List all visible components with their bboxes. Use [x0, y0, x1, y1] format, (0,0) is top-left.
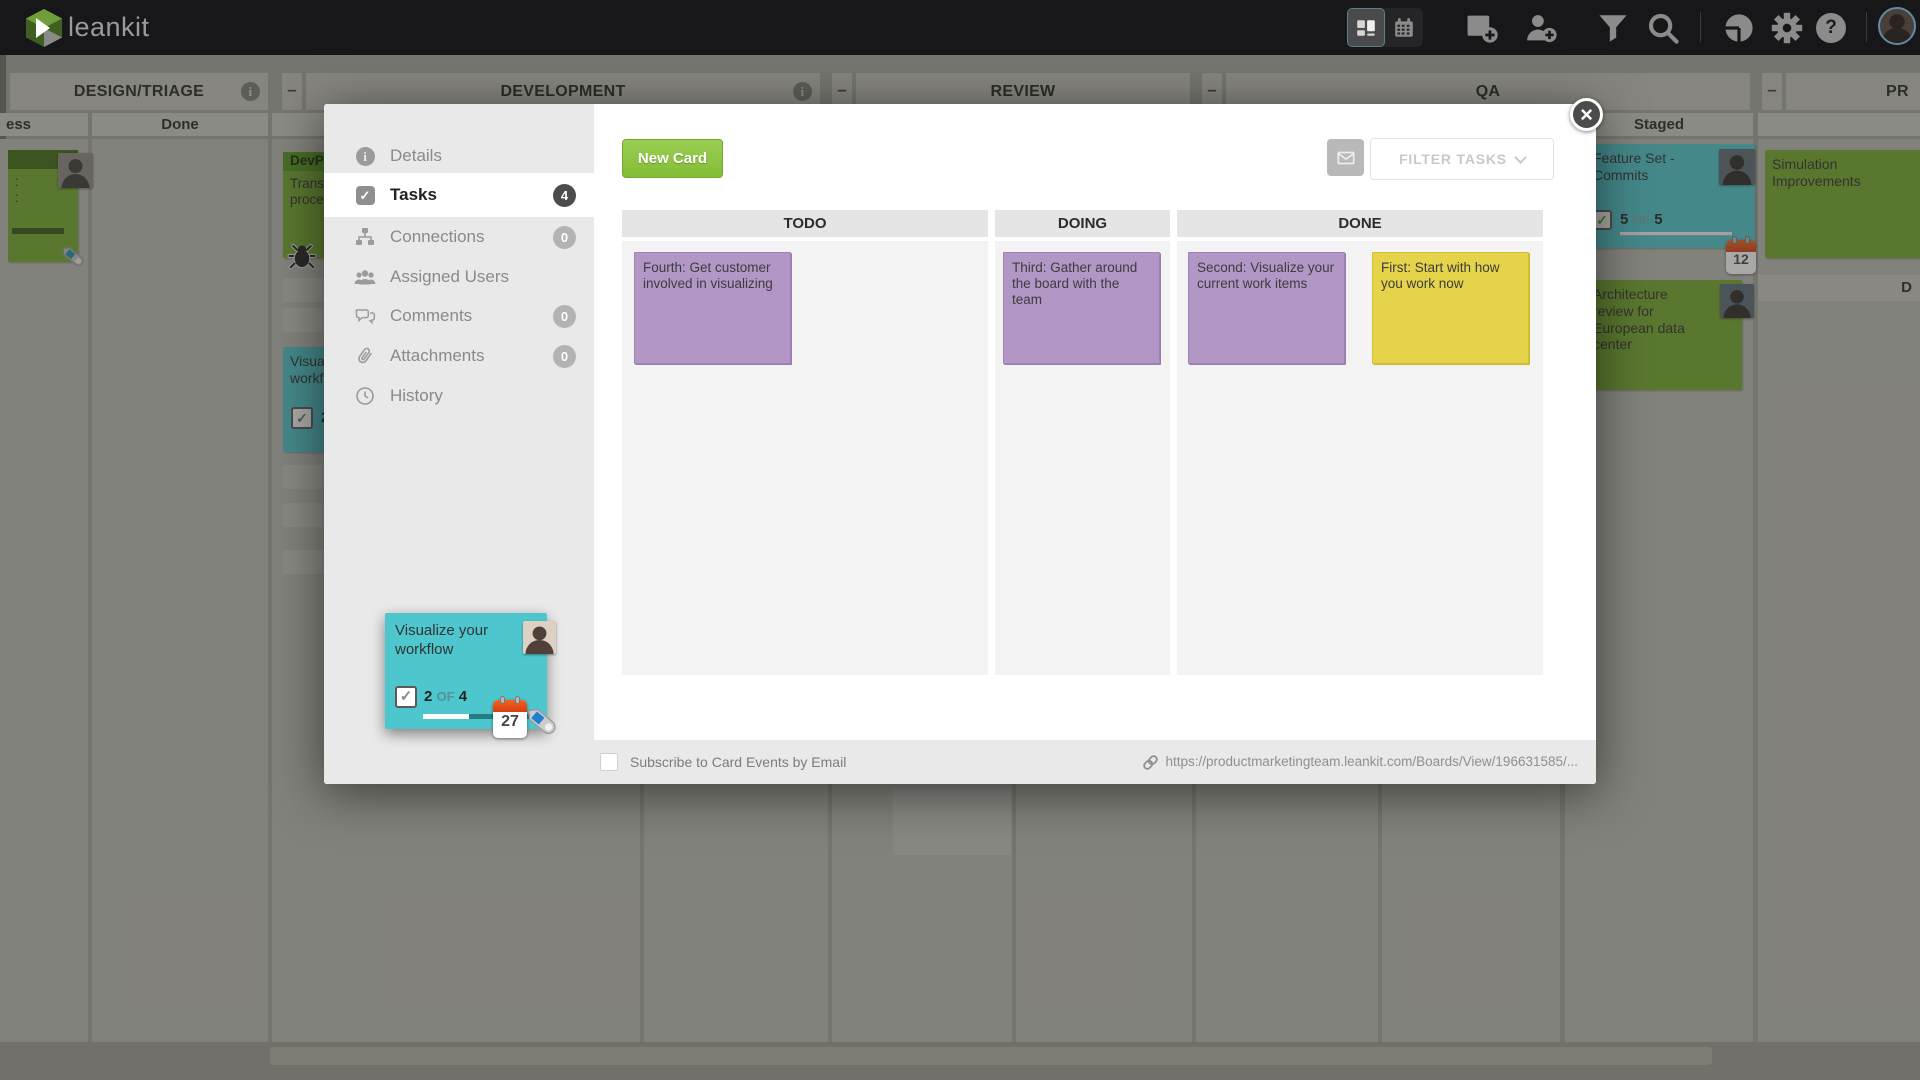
- board-view-button[interactable]: [1347, 8, 1385, 47]
- card-url: https://productmarketingteam.leankit.com…: [1166, 740, 1578, 784]
- calendar-view-button[interactable]: [1385, 8, 1423, 47]
- task-card-second[interactable]: Second: Visualize your current work item…: [1188, 252, 1345, 364]
- sidebar-item-attachments[interactable]: Attachments 0: [324, 336, 594, 376]
- connections-icon: [354, 227, 376, 247]
- filter-tasks-button[interactable]: FILTER TASKS: [1370, 138, 1554, 180]
- board-view-icon: [1355, 17, 1377, 39]
- due-date-icon: 27: [493, 700, 527, 738]
- sidebar-item-label: Connections: [390, 227, 485, 247]
- link-icon: [1142, 754, 1159, 771]
- sidebar-item-label: Attachments: [390, 346, 485, 366]
- connections-count-badge: 0: [553, 226, 576, 249]
- sidebar-item-label: Assigned Users: [390, 267, 509, 287]
- leankit-logo-text: leankit: [68, 12, 150, 43]
- info-icon: i: [354, 147, 376, 166]
- calendar-view-icon: [1393, 17, 1415, 39]
- task-card-first[interactable]: First: Start with how you work now: [1372, 252, 1529, 364]
- close-dialog-button[interactable]: ×: [1570, 98, 1603, 131]
- sidebar-item-label: Comments: [390, 306, 472, 326]
- view-toggle: [1347, 8, 1423, 47]
- comments-icon: [354, 306, 376, 326]
- assigned-users-icon: [354, 267, 376, 287]
- sidebar-item-label: Details: [390, 146, 442, 166]
- chevron-down-icon: [1514, 151, 1527, 164]
- tasks-count-badge: 4: [553, 184, 576, 207]
- task-column-header-done: DONE: [1177, 210, 1543, 237]
- task-card-third[interactable]: Third: Gather around the board with the …: [1003, 252, 1160, 364]
- add-user-icon[interactable]: [1524, 12, 1558, 44]
- avatar[interactable]: [523, 621, 556, 654]
- calendar-ring: [500, 696, 505, 704]
- tasks-check-icon: ✓: [354, 186, 376, 205]
- sidebar-item-assigned-users[interactable]: Assigned Users: [324, 257, 594, 297]
- card-task-checkbox[interactable]: ✓: [395, 686, 417, 708]
- add-card-icon[interactable]: [1466, 12, 1500, 44]
- card-progress-label: 2 OF 4: [424, 688, 467, 707]
- attachments-count-badge: 0: [553, 345, 576, 368]
- progress-done: 2: [424, 688, 432, 705]
- sidebar-item-history[interactable]: History: [324, 376, 594, 416]
- task-column-header-doing: DOING: [995, 210, 1170, 237]
- calendar-top: [493, 700, 527, 712]
- new-card-button[interactable]: New Card: [622, 139, 723, 178]
- history-clock-icon: [354, 386, 376, 406]
- analytics-pie-icon[interactable]: [1722, 12, 1756, 44]
- subscribe-label: Subscribe to Card Events by Email: [630, 740, 846, 784]
- sidebar-item-connections[interactable]: Connections 0: [324, 217, 594, 257]
- email-tasks-button[interactable]: [1327, 139, 1364, 176]
- help-icon[interactable]: ?: [1816, 13, 1846, 43]
- comments-count-badge: 0: [553, 305, 576, 328]
- top-bar: leankit: [0, 0, 1920, 55]
- dialog-footer: Subscribe to Card Events by Email https:…: [594, 740, 1596, 784]
- subscribe-checkbox[interactable]: [600, 753, 618, 771]
- task-card-fourth[interactable]: Fourth: Get customer involved in visuali…: [634, 252, 791, 364]
- card-link[interactable]: https://productmarketingteam.leankit.com…: [1142, 740, 1578, 784]
- sidebar-item-tasks[interactable]: ✓ Tasks 4: [324, 173, 594, 217]
- card-progress-fill: [423, 714, 469, 719]
- card-title: Visualize your workflow: [395, 622, 513, 660]
- progress-of: OF: [437, 689, 455, 704]
- toolbar-divider: [1866, 12, 1867, 42]
- due-date: 27: [493, 713, 527, 731]
- paperclip-icon: [354, 346, 376, 366]
- leankit-app: leankit: [0, 0, 1920, 1080]
- search-icon[interactable]: [1646, 12, 1680, 44]
- leankit-logo-icon[interactable]: [26, 9, 62, 47]
- filter-tasks-label: FILTER TASKS: [1399, 151, 1507, 167]
- toolbar-divider: [1700, 12, 1701, 42]
- settings-gear-icon[interactable]: [1770, 12, 1804, 44]
- sidebar-item-label: Tasks: [390, 185, 437, 205]
- sidebar-item-comments[interactable]: Comments 0: [324, 296, 594, 336]
- sidebar-item-details[interactable]: i Details: [324, 136, 594, 176]
- task-column-header-todo: TODO: [622, 210, 988, 237]
- user-avatar[interactable]: [1878, 7, 1916, 45]
- progress-total: 4: [459, 688, 467, 705]
- envelope-icon: [1335, 147, 1357, 169]
- filter-icon[interactable]: [1596, 12, 1630, 44]
- tag-icon: [523, 702, 567, 746]
- calendar-ring: [515, 696, 520, 704]
- sidebar-item-label: History: [390, 386, 443, 406]
